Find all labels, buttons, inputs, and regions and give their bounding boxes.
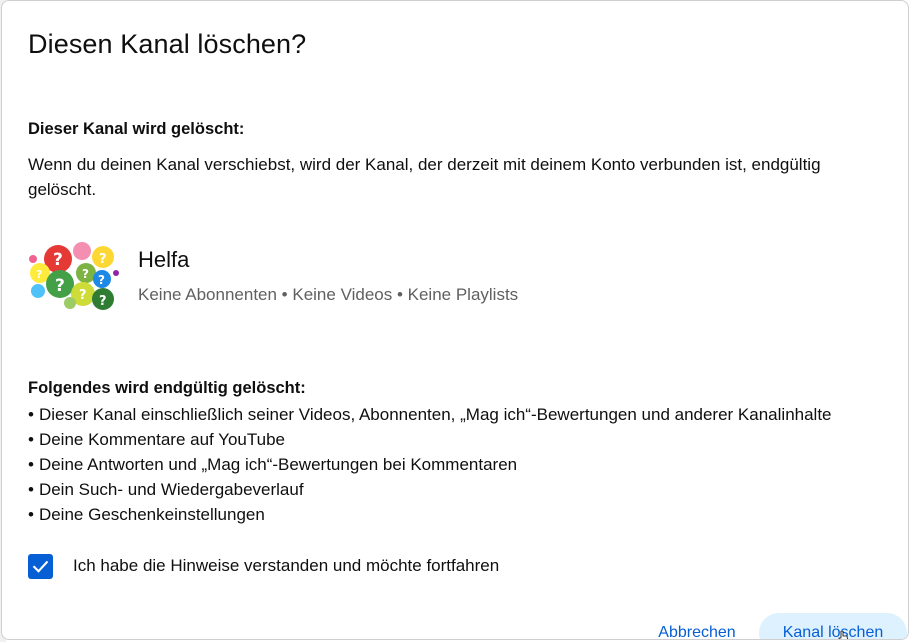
delete-channel-dialog: Diesen Kanal löschen? Dieser Kanal wird … bbox=[1, 0, 909, 640]
confirm-checkbox[interactable] bbox=[28, 553, 53, 579]
hand-cursor-icon bbox=[838, 631, 848, 639]
checkmark-icon bbox=[32, 560, 49, 573]
list-item: Deine Antworten und „Mag ich“-Bewertunge… bbox=[28, 452, 832, 477]
section-heading-deleted-items: Folgendes wird endgültig gelöscht: bbox=[28, 379, 306, 397]
svg-text:?: ? bbox=[79, 288, 87, 303]
list-item: Dein Such- und Wiedergabeverlauf bbox=[28, 477, 832, 502]
delete-channel-button[interactable]: Kanal löschen bbox=[759, 613, 907, 639]
list-item: Dieser Kanal einschließlich seiner Video… bbox=[28, 402, 832, 427]
page: Diesen Kanal löschen? Dieser Kanal wird … bbox=[0, 0, 912, 642]
channel-card: ? ? ? ? ? ? ? ? Helfa Keine Abonnenten •… bbox=[28, 239, 728, 319]
svg-text:?: ? bbox=[99, 252, 107, 267]
confirm-label: Ich habe die Hinweise verstanden und möc… bbox=[73, 556, 500, 575]
deleted-items-list: Dieser Kanal einschließlich seiner Video… bbox=[28, 402, 832, 527]
svg-text:?: ? bbox=[98, 273, 105, 287]
list-item: Deine Kommentare auf YouTube bbox=[28, 427, 832, 452]
channel-stats: Keine Abonnenten • Keine Videos • Keine … bbox=[138, 285, 519, 304]
confirm-row[interactable]: Ich habe die Hinweise verstanden und möc… bbox=[28, 553, 499, 579]
svg-text:?: ? bbox=[55, 276, 65, 296]
cancel-button[interactable]: Abbrechen bbox=[642, 613, 752, 639]
section-heading-channel: Dieser Kanal wird gelöscht: bbox=[28, 120, 245, 138]
channel-name: Helfa bbox=[138, 247, 190, 272]
dialog-description: Wenn du deinen Kanal verschiebst, wird d… bbox=[28, 155, 821, 199]
svg-text:?: ? bbox=[53, 250, 63, 270]
dialog-title: Diesen Kanal löschen? bbox=[28, 29, 307, 59]
list-item: Deine Geschenkeinstellungen bbox=[28, 502, 832, 527]
channel-avatar: ? ? ? ? ? ? ? ? bbox=[29, 242, 119, 310]
svg-text:?: ? bbox=[82, 267, 89, 281]
svg-text:?: ? bbox=[99, 294, 107, 309]
svg-text:?: ? bbox=[36, 268, 42, 281]
